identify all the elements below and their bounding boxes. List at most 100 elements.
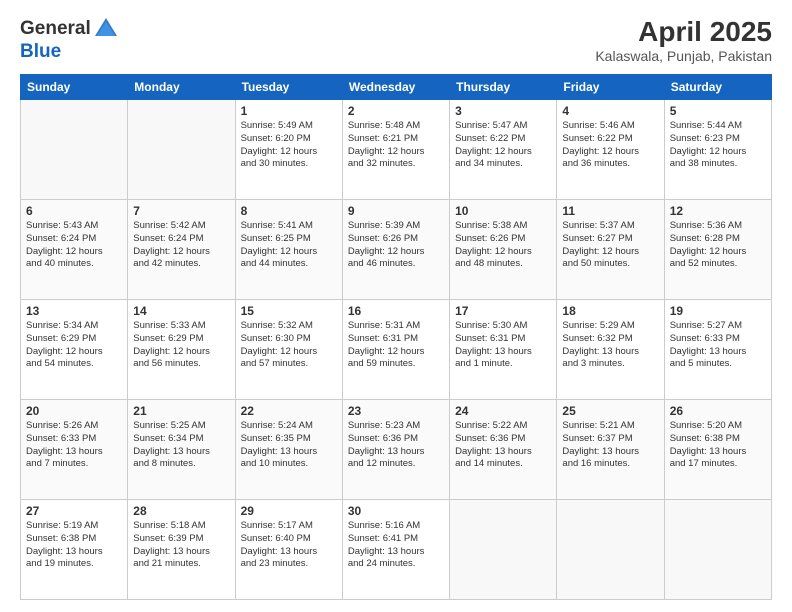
calendar-cell: 6 Sunrise: 5:43 AM Sunset: 6:24 PM Daylig… [21, 200, 128, 300]
day-number: 19 [670, 304, 766, 318]
day-info: Sunrise: 5:24 AM Sunset: 6:35 PM Dayligh… [241, 420, 337, 471]
day-info: Sunrise: 5:39 AM Sunset: 6:26 PM Dayligh… [348, 220, 444, 271]
day-number: 26 [670, 404, 766, 418]
calendar-cell: 7 Sunrise: 5:42 AM Sunset: 6:24 PM Daylig… [128, 200, 235, 300]
day-info: Sunrise: 5:48 AM Sunset: 6:21 PM Dayligh… [348, 120, 444, 171]
day-info: Sunrise: 5:38 AM Sunset: 6:26 PM Dayligh… [455, 220, 551, 271]
calendar-cell: 4 Sunrise: 5:46 AM Sunset: 6:22 PM Daylig… [557, 100, 664, 200]
day-number: 30 [348, 504, 444, 518]
day-number: 3 [455, 104, 551, 118]
day-number: 13 [26, 304, 122, 318]
day-info: Sunrise: 5:32 AM Sunset: 6:30 PM Dayligh… [241, 320, 337, 371]
day-info: Sunrise: 5:46 AM Sunset: 6:22 PM Dayligh… [562, 120, 658, 171]
month-title: April 2025 [595, 16, 772, 48]
day-number: 15 [241, 304, 337, 318]
day-info: Sunrise: 5:30 AM Sunset: 6:31 PM Dayligh… [455, 320, 551, 371]
calendar-cell: 20 Sunrise: 5:26 AM Sunset: 6:33 PM Dayli… [21, 400, 128, 500]
logo: General Blue [20, 16, 119, 63]
day-info: Sunrise: 5:20 AM Sunset: 6:38 PM Dayligh… [670, 420, 766, 471]
day-info: Sunrise: 5:18 AM Sunset: 6:39 PM Dayligh… [133, 520, 229, 571]
day-number: 17 [455, 304, 551, 318]
day-number: 21 [133, 404, 229, 418]
calendar-cell: 5Sunrise: 5:44 AM Sunset: 6:23 PM Daylig… [664, 100, 771, 200]
calendar-cell: 17 Sunrise: 5:30 AM Sunset: 6:31 PM Dayli… [450, 300, 557, 400]
calendar-cell: 9 Sunrise: 5:39 AM Sunset: 6:26 PM Daylig… [342, 200, 449, 300]
calendar-cell: 12 Sunrise: 5:36 AM Sunset: 6:28 PM Dayli… [664, 200, 771, 300]
calendar-cell: 21 Sunrise: 5:25 AM Sunset: 6:34 PM Dayli… [128, 400, 235, 500]
calendar-cell: 14 Sunrise: 5:33 AM Sunset: 6:29 PM Dayli… [128, 300, 235, 400]
calendar-cell: 26 Sunrise: 5:20 AM Sunset: 6:38 PM Dayli… [664, 400, 771, 500]
day-number: 16 [348, 304, 444, 318]
day-header-friday: Friday [557, 75, 664, 100]
day-info: Sunrise: 5:23 AM Sunset: 6:36 PM Dayligh… [348, 420, 444, 471]
day-number: 1 [241, 104, 337, 118]
day-info: Sunrise: 5:36 AM Sunset: 6:28 PM Dayligh… [670, 220, 766, 271]
day-info: Sunrise: 5:42 AM Sunset: 6:24 PM Dayligh… [133, 220, 229, 271]
day-number: 7 [133, 204, 229, 218]
day-info: Sunrise: 5:37 AM Sunset: 6:27 PM Dayligh… [562, 220, 658, 271]
day-info: Sunrise: 5:43 AM Sunset: 6:24 PM Dayligh… [26, 220, 122, 271]
day-number: 25 [562, 404, 658, 418]
day-header-tuesday: Tuesday [235, 75, 342, 100]
calendar-cell: 10 Sunrise: 5:38 AM Sunset: 6:26 PM Dayli… [450, 200, 557, 300]
day-info: Sunrise: 5:21 AM Sunset: 6:37 PM Dayligh… [562, 420, 658, 471]
day-info: Sunrise: 5:29 AM Sunset: 6:32 PM Dayligh… [562, 320, 658, 371]
calendar-week-5: 27Sunrise: 5:19 AM Sunset: 6:38 PM Dayli… [21, 500, 772, 600]
calendar-week-3: 13 Sunrise: 5:34 AM Sunset: 6:29 PM Dayli… [21, 300, 772, 400]
day-info: Sunrise: 5:22 AM Sunset: 6:36 PM Dayligh… [455, 420, 551, 471]
day-header-thursday: Thursday [450, 75, 557, 100]
page: General Blue April 2025 Kalaswala, Punja… [0, 0, 792, 612]
calendar-cell [128, 100, 235, 200]
calendar-cell: 25 Sunrise: 5:21 AM Sunset: 6:37 PM Dayli… [557, 400, 664, 500]
calendar-week-1: 1 Sunrise: 5:49 AM Sunset: 6:20 PM Daylig… [21, 100, 772, 200]
calendar-cell [450, 500, 557, 600]
day-info: Sunrise: 5:17 AM Sunset: 6:40 PM Dayligh… [241, 520, 337, 571]
day-info: Sunrise: 5:16 AM Sunset: 6:41 PM Dayligh… [348, 520, 444, 571]
logo-icon [93, 16, 119, 42]
calendar-cell: 22 Sunrise: 5:24 AM Sunset: 6:35 PM Dayli… [235, 400, 342, 500]
day-info: Sunrise: 5:34 AM Sunset: 6:29 PM Dayligh… [26, 320, 122, 371]
header: General Blue April 2025 Kalaswala, Punja… [20, 16, 772, 64]
day-header-saturday: Saturday [664, 75, 771, 100]
calendar-header-row: SundayMondayTuesdayWednesdayThursdayFrid… [21, 75, 772, 100]
calendar-cell: 27Sunrise: 5:19 AM Sunset: 6:38 PM Dayli… [21, 500, 128, 600]
calendar-cell: 1 Sunrise: 5:49 AM Sunset: 6:20 PM Daylig… [235, 100, 342, 200]
day-header-monday: Monday [128, 75, 235, 100]
day-number: 23 [348, 404, 444, 418]
day-info: Sunrise: 5:33 AM Sunset: 6:29 PM Dayligh… [133, 320, 229, 371]
calendar-cell: 16Sunrise: 5:31 AM Sunset: 6:31 PM Dayli… [342, 300, 449, 400]
day-number: 8 [241, 204, 337, 218]
day-number: 5 [670, 104, 766, 118]
calendar-cell: 29Sunrise: 5:17 AM Sunset: 6:40 PM Dayli… [235, 500, 342, 600]
calendar-cell: 19Sunrise: 5:27 AM Sunset: 6:33 PM Dayli… [664, 300, 771, 400]
day-number: 24 [455, 404, 551, 418]
day-number: 2 [348, 104, 444, 118]
day-info: Sunrise: 5:25 AM Sunset: 6:34 PM Dayligh… [133, 420, 229, 471]
day-number: 22 [241, 404, 337, 418]
day-number: 10 [455, 204, 551, 218]
calendar-cell [664, 500, 771, 600]
calendar-cell: 8Sunrise: 5:41 AM Sunset: 6:25 PM Daylig… [235, 200, 342, 300]
calendar-cell: 24 Sunrise: 5:22 AM Sunset: 6:36 PM Dayli… [450, 400, 557, 500]
day-header-sunday: Sunday [21, 75, 128, 100]
day-info: Sunrise: 5:49 AM Sunset: 6:20 PM Dayligh… [241, 120, 337, 171]
title-block: April 2025 Kalaswala, Punjab, Pakistan [595, 16, 772, 64]
calendar-cell: 18Sunrise: 5:29 AM Sunset: 6:32 PM Dayli… [557, 300, 664, 400]
calendar-cell: 2 Sunrise: 5:48 AM Sunset: 6:21 PM Daylig… [342, 100, 449, 200]
day-number: 20 [26, 404, 122, 418]
calendar-cell: 15 Sunrise: 5:32 AM Sunset: 6:30 PM Dayli… [235, 300, 342, 400]
calendar-cell [21, 100, 128, 200]
day-header-wednesday: Wednesday [342, 75, 449, 100]
day-number: 12 [670, 204, 766, 218]
day-number: 28 [133, 504, 229, 518]
calendar-cell: 30 Sunrise: 5:16 AM Sunset: 6:41 PM Dayli… [342, 500, 449, 600]
day-info: Sunrise: 5:26 AM Sunset: 6:33 PM Dayligh… [26, 420, 122, 471]
location: Kalaswala, Punjab, Pakistan [595, 48, 772, 64]
day-number: 9 [348, 204, 444, 218]
day-number: 14 [133, 304, 229, 318]
calendar-table: SundayMondayTuesdayWednesdayThursdayFrid… [20, 74, 772, 600]
day-number: 6 [26, 204, 122, 218]
calendar-cell [557, 500, 664, 600]
day-number: 4 [562, 104, 658, 118]
day-info: Sunrise: 5:19 AM Sunset: 6:38 PM Dayligh… [26, 520, 122, 571]
